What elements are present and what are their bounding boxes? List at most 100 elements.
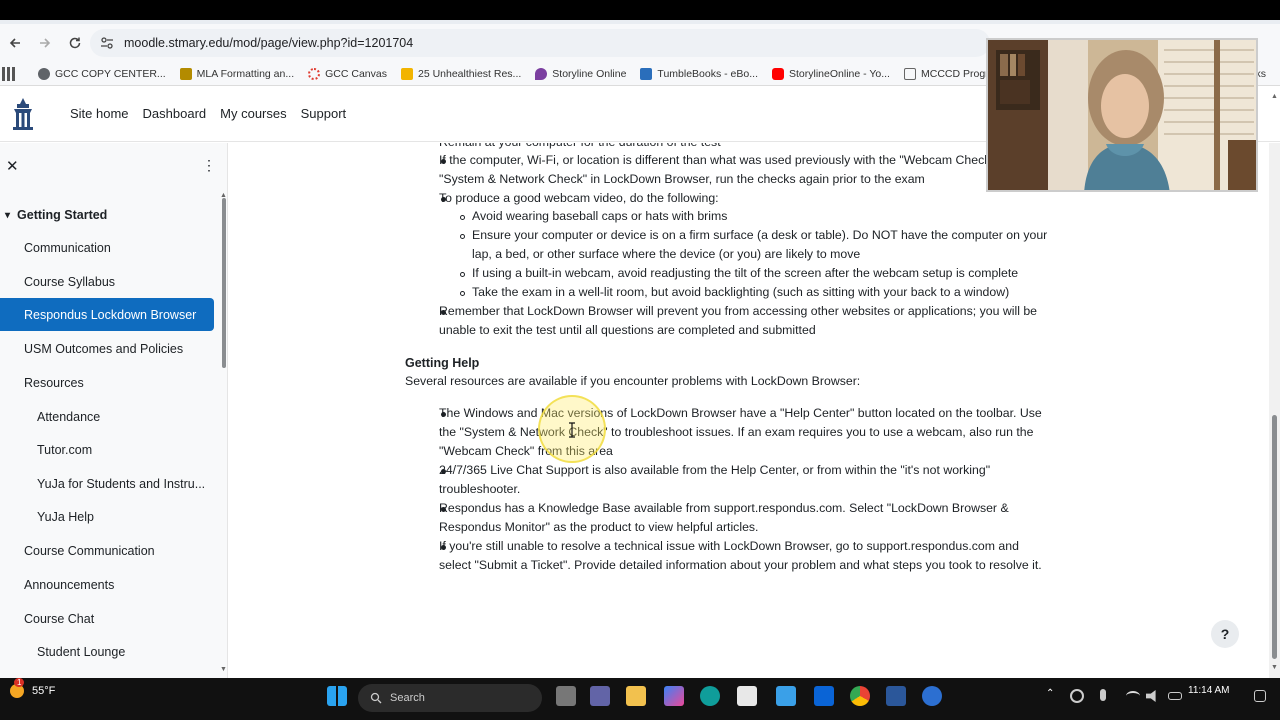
site-settings-icon[interactable]	[100, 36, 114, 50]
instruction-text: "System & Network Check" in LockDown Bro…	[439, 172, 925, 186]
settings-icon[interactable]	[922, 686, 942, 706]
volume-icon[interactable]	[1146, 690, 1156, 702]
school-logo-icon[interactable]	[10, 97, 36, 131]
sub-instruction-text: Take the exam in a well-lit room, but av…	[472, 285, 1010, 299]
screen: moodle.stmary.edu/mod/page/view.php?id=1…	[0, 0, 1280, 720]
scroll-up-arrow-icon[interactable]: ▲	[1271, 93, 1278, 100]
search-icon	[370, 692, 382, 704]
instruction-text: To produce a good webcam video, do the f…	[439, 191, 719, 205]
bookmark-item[interactable]: GCC COPY CENTER...	[38, 67, 166, 80]
app-icon[interactable]	[776, 686, 796, 706]
file-explorer-icon[interactable]	[626, 686, 646, 706]
scroll-down-arrow-icon[interactable]: ▼	[220, 666, 227, 673]
sub-bullet	[460, 215, 465, 220]
help-intro-text: Several resources are available if you e…	[405, 374, 861, 388]
sidebar-item-yuja-help[interactable]: YuJa Help	[0, 501, 214, 533]
sidebar-scrollbar[interactable]	[222, 198, 226, 368]
sub-bullet	[460, 272, 465, 277]
sidebar-item-course-syllabus[interactable]: Course Syllabus	[0, 266, 214, 298]
sub-instruction-text: If using a built-in webcam, avoid readju…	[472, 266, 1019, 280]
nav-dashboard[interactable]: Dashboard	[143, 106, 207, 121]
back-button[interactable]	[0, 28, 30, 58]
food-icon	[400, 67, 413, 80]
notification-badge: 1	[14, 678, 25, 687]
weather-sun-icon: 1	[10, 678, 25, 698]
store-icon[interactable]	[737, 686, 757, 706]
page-scrollbar[interactable]: ▲ ▼	[1269, 93, 1280, 678]
teams-icon[interactable]	[590, 686, 610, 706]
mcccd-icon	[903, 67, 916, 80]
bookmark-item[interactable]: TumbleBooks - eBo...	[640, 67, 758, 80]
help-text: Respondus Monitor" as the product to vie…	[439, 520, 759, 534]
weather-widget[interactable]: 1 55°F	[10, 678, 56, 698]
globe-icon	[38, 67, 50, 80]
instruction-text: If the computer, Wi-Fi, or location is d…	[439, 153, 995, 167]
help-text: troubleshooter.	[439, 482, 521, 496]
url-field[interactable]: moodle.stmary.edu/mod/page/view.php?id=1…	[90, 29, 990, 57]
sidebar-item-resources[interactable]: Resources	[0, 367, 214, 399]
sidebar-item-announcements[interactable]: Announcements	[0, 569, 214, 601]
youtube-icon	[772, 67, 784, 80]
sidebar-item-tutor[interactable]: Tutor.com	[0, 434, 214, 466]
reload-icon	[69, 37, 81, 49]
close-drawer-icon[interactable]: ✕	[6, 157, 19, 175]
sidebar-item-course-chat[interactable]: Course Chat	[0, 603, 214, 635]
word-icon[interactable]	[886, 686, 906, 706]
edge-icon[interactable]	[700, 686, 720, 706]
sidebar-item-usm-outcomes[interactable]: USM Outcomes and Policies	[0, 333, 214, 365]
sidebar-item-student-lounge[interactable]: Student Lounge	[0, 636, 214, 668]
clock[interactable]: 11:14 AM	[1188, 684, 1230, 698]
forward-button[interactable]	[30, 28, 60, 58]
notifications-icon[interactable]	[1254, 690, 1266, 702]
sidebar-item-communication[interactable]: Communication	[0, 232, 214, 264]
help-text: The Windows and Mac versions of LockDown…	[439, 406, 1042, 420]
sidebar-item-yuja-students[interactable]: YuJa for Students and Instru...	[0, 468, 214, 500]
help-button[interactable]: ?	[1211, 620, 1239, 648]
sub-bullet	[460, 234, 465, 239]
chrome-icon[interactable]	[850, 686, 870, 706]
bookmark-item[interactable]: GCC Canvas	[308, 67, 387, 80]
page-scrollbar-thumb[interactable]	[1272, 415, 1277, 659]
battery-icon[interactable]	[1168, 692, 1182, 700]
chevron-down-icon[interactable]: ▾	[5, 210, 10, 221]
chevron-up-icon[interactable]: ⌃	[1046, 688, 1054, 699]
bookmark-item[interactable]: 25 Unhealthiest Res...	[400, 67, 521, 80]
bookmark-item[interactable]: MLA Formatting an...	[179, 67, 294, 80]
help-text: the "System & Network Check" to troubles…	[439, 425, 1034, 439]
windows-start-icon[interactable]	[327, 686, 347, 706]
url-text: moodle.stmary.edu/mod/page/view.php?id=1…	[124, 36, 414, 50]
bookmark-item[interactable]: StorylineOnline - Yo...	[772, 67, 890, 80]
sidebar-item-attendance[interactable]: Attendance	[0, 401, 214, 433]
sub-instruction-text: Avoid wearing baseball caps or hats with…	[472, 209, 728, 223]
nav-site-home[interactable]: Site home	[70, 106, 129, 121]
nav-my-courses[interactable]: My courses	[220, 106, 286, 121]
task-view-icon[interactable]	[556, 686, 576, 706]
canvas-icon	[308, 67, 321, 80]
microphone-icon[interactable]	[1100, 689, 1106, 701]
help-text: Respondus has a Knowledge Base available…	[439, 501, 1009, 515]
webcam-overlay	[986, 38, 1258, 192]
nav-support[interactable]: Support	[301, 106, 347, 121]
temperature: 55°F	[32, 685, 56, 697]
scroll-down-arrow-icon[interactable]: ▼	[1271, 664, 1278, 671]
sub-instruction-text: lap, a bed, or other surface where the d…	[472, 247, 861, 261]
mla-icon	[179, 67, 192, 80]
wifi-icon[interactable]	[1126, 691, 1140, 701]
more-options-icon[interactable]: ⋮	[202, 157, 216, 174]
help-text: 24/7/365 Live Chat Support is also avail…	[439, 463, 991, 477]
taskbar: 1 55°F Search ⌃ 11:14 AM	[0, 678, 1280, 720]
copilot-icon[interactable]	[664, 686, 684, 706]
sync-icon[interactable]	[1070, 689, 1084, 703]
page-content: Remain at your computer for the duration…	[229, 143, 1269, 678]
sidebar-item-respondus-lockdown-browser[interactable]: Respondus Lockdown Browser	[0, 298, 214, 331]
taskbar-search[interactable]: Search	[358, 684, 542, 712]
webcam-video	[988, 40, 1256, 190]
outlook-icon[interactable]	[814, 686, 834, 706]
instruction-text: unable to exit the test until all questi…	[439, 323, 816, 337]
bookmark-item[interactable]: Storyline Online	[535, 67, 626, 80]
reload-button[interactable]	[60, 28, 90, 58]
apps-grid-icon[interactable]	[2, 66, 16, 81]
sidebar-item-course-communication[interactable]: Course Communication	[0, 535, 214, 567]
sidebar-section-getting-started[interactable]: ▾ Getting Started	[0, 205, 214, 225]
help-text: select "Submit a Ticket". Provide detail…	[439, 558, 1042, 572]
